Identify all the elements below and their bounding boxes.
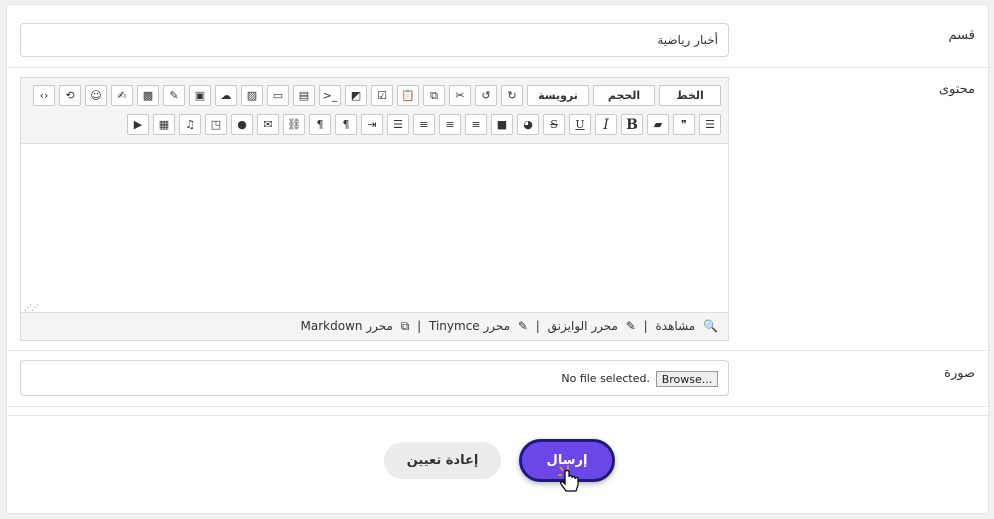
justify-icon[interactable]: ☰ [387, 114, 409, 135]
image-icon[interactable]: ▨ [241, 85, 263, 106]
indent-icon[interactable]: ⇥ [361, 114, 383, 135]
reset-button[interactable]: إعادة تعيين [384, 442, 501, 479]
quote-icon[interactable]: ❞ [673, 114, 695, 135]
edit-box-icon[interactable]: ✍ [111, 85, 133, 106]
eraser-icon[interactable]: ◩ [345, 85, 367, 106]
rtl-paragraph-icon[interactable]: ¶ [335, 114, 357, 135]
file-input[interactable]: Browse... No file selected. [20, 360, 729, 396]
link-icon[interactable]: ⛓ [283, 114, 305, 135]
image-label: صورة [944, 366, 975, 381]
section-label: قسم [948, 28, 975, 43]
ltr-paragraph-icon[interactable]: ¶ [309, 114, 331, 135]
editor-mode-links: 🔍 مشاهدة | ✎ محرر الوايزنق | ✎ محرر Tiny… [299, 319, 720, 334]
palette-icon[interactable]: ◕ [517, 114, 539, 135]
tinymce-link[interactable]: محرر Tinymce [429, 319, 510, 333]
size-button[interactable]: الحجم [593, 85, 655, 106]
form-card: قسم أخبار رياضية محتوى الخط الحجم ترويسة… [6, 4, 990, 514]
section-input[interactable]: أخبار رياضية [20, 23, 729, 57]
undo-icon[interactable]: ↺ [475, 85, 497, 106]
resize-handle-icon[interactable]: ⋰⋰ [24, 303, 39, 312]
film-icon[interactable]: ▦ [153, 114, 175, 135]
checkbox-icon[interactable]: ☑ [371, 85, 393, 106]
folder-icon[interactable]: ▰ [647, 114, 669, 135]
rich-text-editor[interactable]: الخط الحجم ترويسة ↻ ↺ ✂ ⧉ 📋 ☑ ◩ >_ ▤ ▭ ▨… [20, 77, 729, 341]
list-icon[interactable]: ☰ [699, 114, 721, 135]
paste-icon[interactable]: 📋 [397, 85, 419, 106]
edit-icon: ✎ [517, 319, 528, 333]
heading-button[interactable]: ترويسة [527, 85, 589, 106]
rectangle-icon[interactable]: ▭ [267, 85, 289, 106]
editor-footer: 🔍 مشاهدة | ✎ محرر الوايزنق | ✎ محرر Tiny… [21, 312, 728, 340]
align-left-icon[interactable]: ≡ [413, 114, 435, 135]
align-center-icon[interactable]: ≡ [439, 114, 461, 135]
content-label: محتوى [938, 82, 975, 97]
history-icon[interactable]: ⟲ [59, 85, 81, 106]
separator: | [643, 319, 648, 333]
strikethrough-icon[interactable]: S [543, 114, 565, 135]
comment-icon[interactable]: ● [231, 114, 253, 135]
separator: | [417, 319, 422, 333]
youtube-icon[interactable]: ▶ [127, 114, 149, 135]
edit-square-icon[interactable]: ▩ [137, 85, 159, 106]
section-value: أخبار رياضية [657, 33, 718, 47]
smiley-icon[interactable]: ☺ [85, 85, 107, 106]
upload-cloud-icon[interactable]: ☁ [215, 85, 237, 106]
edit-icon: ✎ [625, 319, 636, 333]
divider [7, 415, 990, 416]
browse-button[interactable]: Browse... [656, 371, 718, 387]
terminal-icon[interactable]: >_ [319, 85, 341, 106]
underline-icon[interactable]: U [569, 114, 591, 135]
archive-icon[interactable]: ▣ [189, 85, 211, 106]
music-icon[interactable]: ♫ [179, 114, 201, 135]
search-icon: 🔍 [703, 319, 718, 333]
preview-link[interactable]: مشاهدة [656, 319, 696, 333]
separator: | [535, 319, 540, 333]
bold-icon[interactable]: B [621, 114, 643, 135]
align-right-icon[interactable]: ≡ [465, 114, 487, 135]
cut-icon[interactable]: ✂ [449, 85, 471, 106]
file-icon[interactable]: ▤ [293, 85, 315, 106]
block-icon[interactable]: ■ [491, 114, 513, 135]
pen-icon[interactable]: ✎ [163, 85, 185, 106]
external-link-icon[interactable]: ◳ [205, 114, 227, 135]
section-row: قسم أخبار رياضية [7, 5, 990, 68]
font-button[interactable]: الخط [659, 85, 721, 106]
italic-icon[interactable]: I [595, 114, 617, 135]
file-status: No file selected. [561, 372, 650, 385]
copy-icon[interactable]: ⧉ [423, 85, 445, 106]
markdown-link[interactable]: محرر Markdown [301, 319, 393, 333]
copy-icon: ⧉ [400, 319, 410, 333]
code-icon[interactable]: ‹› [33, 85, 55, 106]
wysiwyg-link[interactable]: محرر الوايزنق [548, 319, 618, 333]
redo-icon[interactable]: ↻ [501, 85, 523, 106]
editor-toolbar: الخط الحجم ترويسة ↻ ↺ ✂ ⧉ 📋 ☑ ◩ >_ ▤ ▭ ▨… [21, 78, 728, 144]
envelope-icon[interactable]: ✉ [257, 114, 279, 135]
hand-cursor-icon [558, 465, 579, 492]
